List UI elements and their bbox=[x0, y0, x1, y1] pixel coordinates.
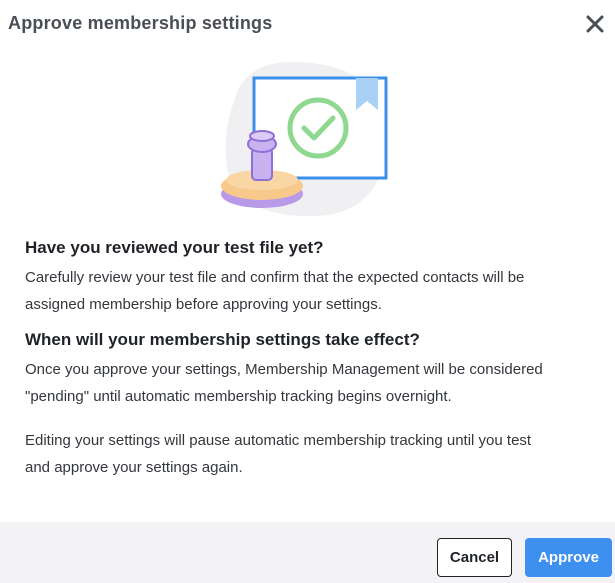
review-text-line-1: Carefully review your test file and conf… bbox=[25, 269, 525, 286]
dialog-footer: Cancel Approve bbox=[0, 522, 615, 583]
dialog-title: Approve membership settings bbox=[8, 13, 273, 33]
approve-button[interactable]: Approve bbox=[525, 538, 612, 577]
close-icon bbox=[586, 15, 604, 33]
editing-text-line-1: Editing your settings will pause automat… bbox=[25, 432, 532, 449]
cancel-button[interactable]: Cancel bbox=[437, 538, 512, 577]
effect-text-line-2: "pending" until automatic membership tra… bbox=[25, 388, 452, 405]
review-heading: Have you reviewed your test file yet? bbox=[25, 238, 324, 257]
editing-text-line-2: and approve your settings again. bbox=[25, 459, 243, 476]
effect-heading: When will your membership settings take … bbox=[25, 330, 420, 349]
editing-text: Editing your settings will pause automat… bbox=[25, 427, 595, 481]
effect-text: Once you approve your settings, Membersh… bbox=[25, 356, 595, 410]
close-button[interactable] bbox=[583, 12, 607, 36]
review-text: Carefully review your test file and conf… bbox=[25, 264, 595, 318]
dialog-content: Have you reviewed your test file yet? Ca… bbox=[25, 236, 595, 481]
approve-membership-dialog: Approve membership settings Have you rev… bbox=[0, 0, 615, 583]
effect-text-line-1: Once you approve your settings, Membersh… bbox=[25, 361, 543, 378]
approval-stamp-illustration bbox=[218, 60, 394, 220]
dialog-header: Approve membership settings bbox=[0, 0, 615, 48]
review-text-line-2: assigned membership before approving you… bbox=[25, 296, 382, 313]
